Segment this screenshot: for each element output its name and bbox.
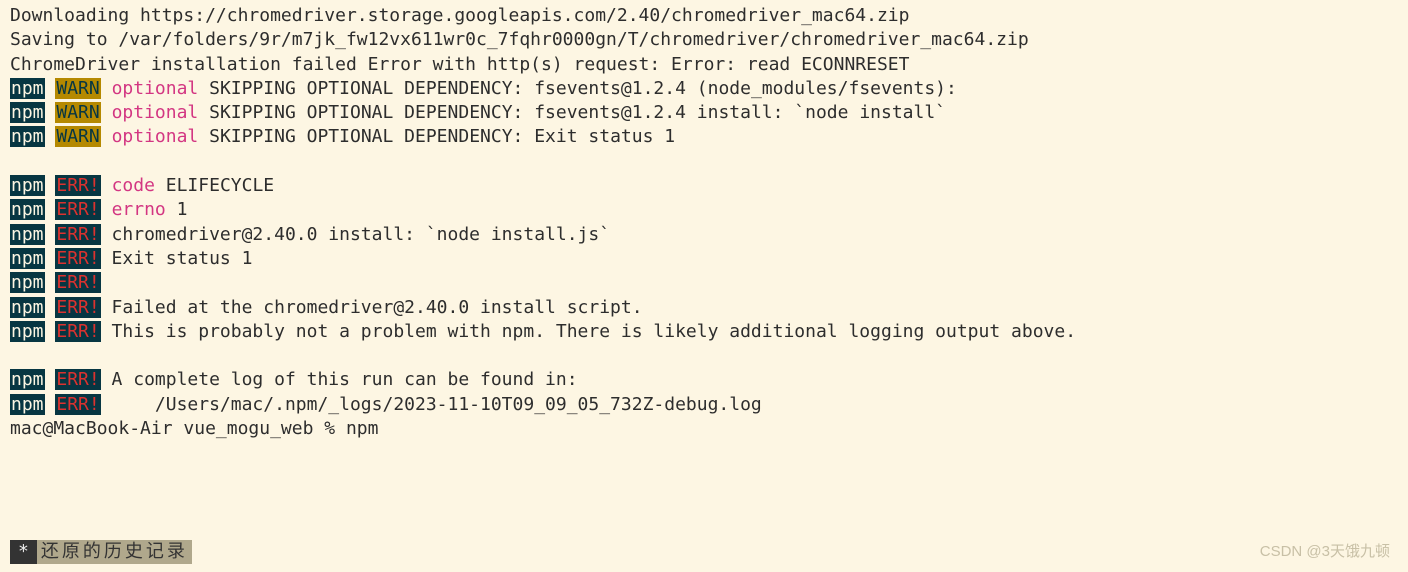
err-message: /Users/mac/.npm/_logs/2023-11-10T09_09_0… <box>101 394 762 415</box>
err-line: npm ERR! Exit status 1 <box>10 247 1398 271</box>
log-line: Downloading https://chromedriver.storage… <box>10 4 1398 28</box>
statusbar: * 还原的历史记录 <box>10 540 192 564</box>
npm-tag: npm <box>10 175 45 196</box>
optional-label: optional <box>112 102 199 123</box>
err-message: Exit status 1 <box>101 248 253 269</box>
err-message: 1 <box>166 199 188 220</box>
warn-line: npm WARN optional SKIPPING OPTIONAL DEPE… <box>10 77 1398 101</box>
warn-message: SKIPPING OPTIONAL DEPENDENCY: fsevents@1… <box>198 78 957 99</box>
optional-label: optional <box>112 78 199 99</box>
err-line: npm ERR! A complete log of this run can … <box>10 368 1398 392</box>
err-tag: ERR! <box>55 199 100 220</box>
warn-line: npm WARN optional SKIPPING OPTIONAL DEPE… <box>10 125 1398 149</box>
err-tag: ERR! <box>55 272 100 293</box>
log-line: ChromeDriver installation failed Error w… <box>10 53 1398 77</box>
err-line: npm ERR! This is probably not a problem … <box>10 320 1398 344</box>
err-message: ELIFECYCLE <box>155 175 274 196</box>
warn-message: SKIPPING OPTIONAL DEPENDENCY: fsevents@1… <box>198 102 946 123</box>
npm-tag: npm <box>10 321 45 342</box>
err-tag: ERR! <box>55 394 100 415</box>
err-line: npm ERR! <box>10 271 1398 295</box>
npm-tag: npm <box>10 297 45 318</box>
err-message: This is probably not a problem with npm.… <box>101 321 1076 342</box>
optional-label: optional <box>112 126 199 147</box>
npm-tag: npm <box>10 199 45 220</box>
npm-tag: npm <box>10 102 45 123</box>
blank-line <box>10 344 1398 368</box>
warn-line: npm WARN optional SKIPPING OPTIONAL DEPE… <box>10 101 1398 125</box>
log-line: Saving to /var/folders/9r/m7jk_fw12vx611… <box>10 28 1398 52</box>
warn-tag: WARN <box>55 126 100 147</box>
err-key: code <box>112 175 155 196</box>
terminal-output: Downloading https://chromedriver.storage… <box>10 4 1398 441</box>
npm-tag: npm <box>10 224 45 245</box>
err-line: npm ERR! errno 1 <box>10 198 1398 222</box>
err-line: npm ERR! /Users/mac/.npm/_logs/2023-11-1… <box>10 393 1398 417</box>
npm-tag: npm <box>10 394 45 415</box>
err-tag: ERR! <box>55 321 100 342</box>
warn-message: SKIPPING OPTIONAL DEPENDENCY: Exit statu… <box>198 126 675 147</box>
npm-tag: npm <box>10 369 45 390</box>
npm-tag: npm <box>10 78 45 99</box>
statusbar-indicator: * <box>10 540 37 564</box>
err-tag: ERR! <box>55 297 100 318</box>
shell-prompt[interactable]: mac@MacBook-Air vue_mogu_web % npm <box>10 417 1398 441</box>
err-tag: ERR! <box>55 224 100 245</box>
err-tag: ERR! <box>55 248 100 269</box>
err-key: errno <box>112 199 166 220</box>
warn-tag: WARN <box>55 102 100 123</box>
err-tag: ERR! <box>55 369 100 390</box>
err-tag: ERR! <box>55 175 100 196</box>
err-line: npm ERR! code ELIFECYCLE <box>10 174 1398 198</box>
watermark: CSDN @3天饿九顿 <box>1260 542 1390 562</box>
err-message: chromedriver@2.40.0 install: `node insta… <box>101 224 610 245</box>
npm-tag: npm <box>10 272 45 293</box>
err-line: npm ERR! Failed at the chromedriver@2.40… <box>10 296 1398 320</box>
npm-tag: npm <box>10 248 45 269</box>
blank-line <box>10 150 1398 174</box>
err-message: Failed at the chromedriver@2.40.0 instal… <box>101 297 643 318</box>
err-line: npm ERR! chromedriver@2.40.0 install: `n… <box>10 223 1398 247</box>
err-message: A complete log of this run can be found … <box>101 369 578 390</box>
npm-tag: npm <box>10 126 45 147</box>
statusbar-text: 还原的历史记录 <box>37 540 192 564</box>
warn-tag: WARN <box>55 78 100 99</box>
